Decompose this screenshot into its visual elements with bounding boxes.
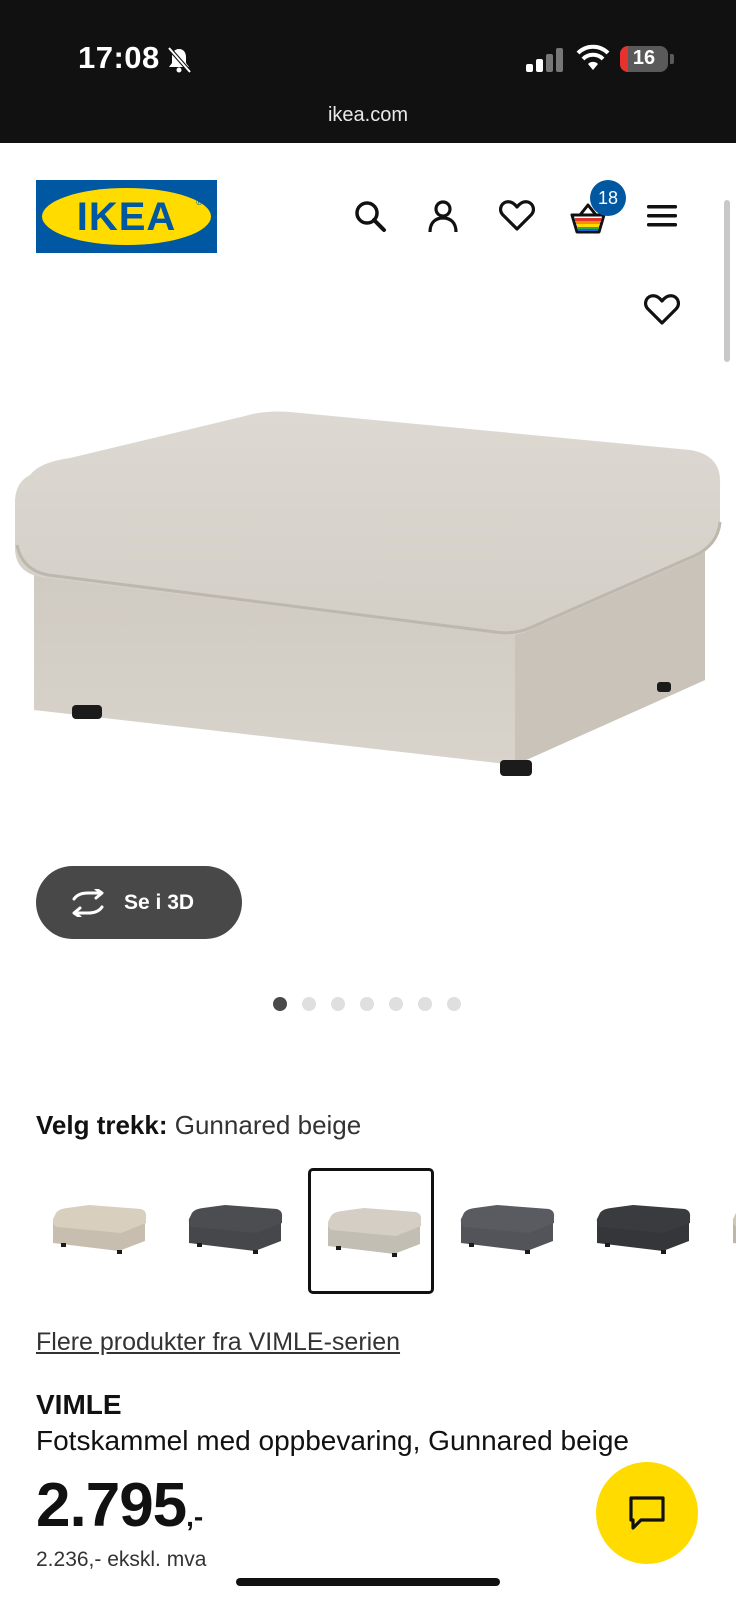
wifi-icon xyxy=(576,44,610,70)
search-icon[interactable] xyxy=(350,196,390,236)
address-bar-url[interactable]: ikea.com xyxy=(0,104,736,127)
cover-swatch[interactable] xyxy=(172,1168,298,1294)
series-link[interactable]: Flere produkter fra VIMLE-serien xyxy=(36,1328,400,1357)
cover-swatch[interactable] xyxy=(36,1168,162,1294)
cover-swatch[interactable] xyxy=(444,1168,570,1294)
menu-icon[interactable] xyxy=(642,196,682,236)
carousel-dot[interactable] xyxy=(360,997,374,1011)
cover-swatch[interactable] xyxy=(308,1168,434,1294)
carousel-dot[interactable] xyxy=(302,997,316,1011)
product-price: 2.795,- xyxy=(36,1470,203,1541)
carousel-dot[interactable] xyxy=(331,997,345,1011)
cover-swatch[interactable] xyxy=(716,1168,736,1294)
price-integer: 2.795 xyxy=(36,1471,187,1540)
view-in-3d-button[interactable]: Se i 3D xyxy=(36,866,242,939)
page-scrollbar[interactable] xyxy=(724,200,730,362)
ikea-logo[interactable]: IKEA ® xyxy=(36,180,217,253)
product-description: Fotskammel med oppbevaring, Gunnared bei… xyxy=(36,1425,630,1456)
carousel-dot[interactable] xyxy=(389,997,403,1011)
chat-bubble-icon xyxy=(629,1496,665,1530)
carousel-dot[interactable] xyxy=(447,997,461,1011)
cover-swatch-list xyxy=(36,1168,736,1298)
product-image[interactable] xyxy=(0,380,736,860)
status-bar: 17:08 16 ikea.com xyxy=(0,0,736,143)
cellular-signal-icon xyxy=(526,48,563,72)
carousel-dot[interactable] xyxy=(273,997,287,1011)
favorites-heart-icon[interactable] xyxy=(497,196,537,236)
status-time: 17:08 xyxy=(78,40,160,75)
bell-muted-icon xyxy=(167,46,192,74)
add-to-favorites-heart-icon[interactable] xyxy=(644,294,684,334)
view-in-3d-label: Se i 3D xyxy=(124,890,195,914)
product-name: VIMLE xyxy=(36,1389,122,1420)
cover-selection-label: Velg trekk: Gunnared beige xyxy=(36,1110,362,1140)
chat-button[interactable] xyxy=(596,1462,698,1564)
carousel-dot[interactable] xyxy=(418,997,432,1011)
price-suffix: ,- xyxy=(186,1501,204,1532)
rotate-3d-icon xyxy=(72,888,104,917)
home-indicator xyxy=(236,1578,500,1586)
cart-count-badge: 18 xyxy=(590,180,626,216)
image-carousel-dots[interactable] xyxy=(273,997,461,1011)
selected-cover-name: Gunnared beige xyxy=(174,1110,362,1140)
cover-swatch[interactable] xyxy=(580,1168,706,1294)
price-excluding-vat: 2.236,- ekskl. mva xyxy=(36,1548,207,1571)
account-icon[interactable] xyxy=(423,196,463,236)
battery-indicator: 16 xyxy=(620,46,668,72)
